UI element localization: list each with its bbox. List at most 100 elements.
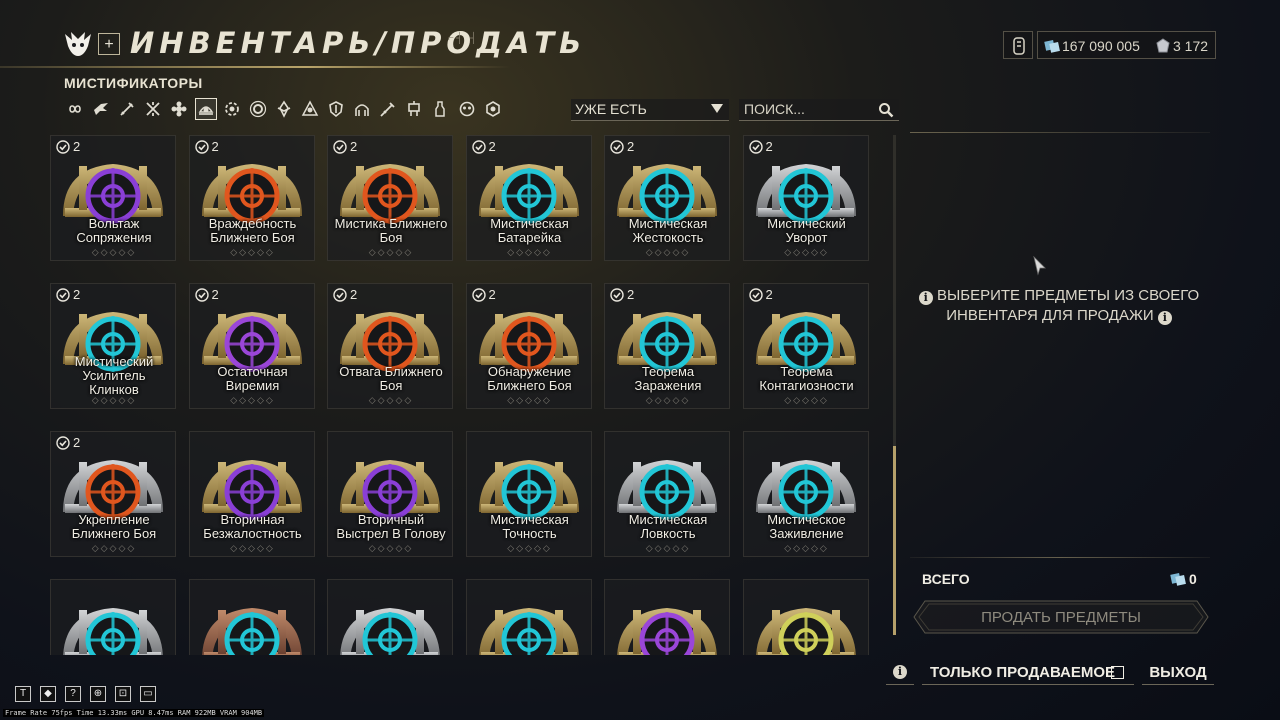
item-name-line: Враждебность [208,216,297,231]
arcane-item-card[interactable]: Вторичная Безжалостность ◇◇◇◇◇ [188,431,315,557]
arcane-item-card[interactable]: Мистическая Ловкость ◇◇◇◇◇ [604,431,730,557]
mouse-cursor-icon [1033,256,1046,276]
debug-button[interactable]: ⊡ [115,686,131,702]
info-icon: i [893,665,907,679]
arcane-item-card[interactable]: 2 Теорема Контагиозности ◇◇◇◇◇ [742,283,869,409]
arcane-item-card[interactable]: Мистическое Заживление ◇◇◇◇◇ [742,431,869,557]
arcane-item-card[interactable]: 2 Мистика Ближнего Боя ◇◇◇◇◇ [327,135,453,261]
arcane-item-card[interactable]: 2 Мистическая Жестокость ◇◇◇◇◇ [604,135,730,261]
item-name-line: Ближнего Боя [487,378,572,393]
bird-icon [94,103,109,115]
search-icon[interactable] [878,102,894,118]
arcane-item-card[interactable]: Вторичный Выстрел В Голову ◇◇◇◇◇ [327,431,453,557]
item-name: Вольтаж Сопряжения [51,217,177,245]
item-name-line: Мистическая [628,512,708,527]
debug-button[interactable]: ? [65,686,81,702]
item-name-line: Мистическое [767,512,846,527]
infinity-icon [69,105,81,113]
check-circle-icon [194,287,209,302]
rank-indicator: ◇◇◇◇◇ [645,395,691,405]
rank-indicator: ◇◇◇◇◇ [645,247,691,257]
debug-button[interactable]: ◆ [40,686,56,702]
filter-arch-button[interactable] [351,98,373,120]
filter-arcane-button[interactable] [194,98,217,120]
sun-icon [249,100,266,118]
currency-values: 167 090 005 3 172 [1037,31,1216,59]
filter-triangle-circle-button[interactable] [299,98,321,120]
filter-robot-button[interactable] [403,98,425,120]
sellable-only-toggle[interactable]: ТОЛЬКО ПРОДАВАЕМОЕ [922,660,1134,685]
item-name: Теорема Заражения [605,365,731,393]
arcane-item-card[interactable]: Мистическая Точность ◇◇◇◇◇ [465,431,593,557]
owned-count: 2 [194,287,219,302]
filter-sword-button[interactable] [116,98,138,120]
lotus-icon [277,100,291,118]
check-circle-icon [610,287,624,302]
filter-hex-button[interactable] [482,98,504,120]
filter-infinity-button[interactable] [64,98,86,120]
filter-lotus-button[interactable] [273,98,295,120]
arcane-item-card[interactable] [188,579,315,655]
arcane-item-card[interactable] [50,579,176,655]
info-button[interactable]: i [886,660,914,685]
selection-hint-line2: ИНВЕНТАРЯ ДЛЯ ПРОДАЖИ [946,307,1154,324]
debug-button[interactable]: ▭ [140,686,156,702]
filter-bird-button[interactable] [90,98,112,120]
rank-indicator: ◇◇◇◇◇ [368,247,414,257]
filter-shield-button[interactable] [325,98,347,120]
arcane-item-card[interactable]: 2 Враждебность Ближнего Боя ◇◇◇◇◇ [188,135,316,261]
arcane-item-card[interactable]: 2 Мистический Уворот ◇◇◇◇◇ [742,135,869,261]
market-button[interactable] [1003,31,1033,59]
arcane-item-card[interactable]: 2 Теорема Заражения ◇◇◇◇◇ [604,283,730,409]
debug-button[interactable]: ⊕ [90,686,106,702]
item-name: Враждебность Ближнего Боя [190,217,316,245]
sell-items-button[interactable]: ПРОДАТЬ ПРЕДМЕТЫ [913,600,1209,634]
item-name-line: Виремия [225,378,280,393]
filter-bottle-button[interactable] [429,98,451,120]
check-circle-icon [471,139,486,154]
item-name-line: Мистика Ближнего [334,216,448,231]
check-circle-icon [748,287,763,302]
check-circle-icon [56,287,70,302]
arcane-item-card[interactable]: 2 Отвага Ближнего Боя ◇◇◇◇◇ [327,283,453,409]
arcane-item-card[interactable] [327,579,453,655]
arcane-emblem-icon [617,460,717,520]
arcane-item-card[interactable] [604,579,730,655]
filter-flower-button[interactable] [168,98,190,120]
arcane-item-card[interactable]: 2 Вольтаж Сопряжения ◇◇◇◇◇ [50,135,176,261]
arcane-item-card[interactable]: 2 Мистическая Батарейка ◇◇◇◇◇ [465,135,592,261]
rank-indicator: ◇◇◇◇◇ [230,247,275,257]
hex-icon [485,101,500,117]
item-name: Мистическая Точность [467,513,593,541]
item-name-line: Вторичная [220,512,285,527]
arcane-item-card[interactable]: 2 Остаточная Виремия ◇◇◇◇◇ [188,283,315,409]
arcane-emblem-icon [755,460,856,520]
lotus-logo-icon[interactable] [62,30,94,58]
item-name-line: Заражения [634,378,702,393]
arcane-item-card[interactable]: 2 Мистический Усилитель Клинков ◇◇◇◇◇ [50,283,176,409]
ownership-filter-dropdown[interactable]: УЖЕ ЕСТЬ [571,99,729,121]
arcane-item-card[interactable] [465,579,592,655]
rank-indicator: ◇◇◇◇◇ [91,543,137,553]
exit-button[interactable]: ВЫХОД [1142,660,1214,685]
sword-icon [120,102,134,116]
search-box[interactable] [739,99,899,121]
selection-hint: i ВЫБЕРИТЕ ПРЕДМЕТЫ ИЗ СВОЕГО ИНВЕНТАРЯ … [918,286,1200,326]
arcane-item-card[interactable]: 2 Укрепление Ближнего Боя ◇◇◇◇◇ [50,431,176,557]
sellable-only-checkbox[interactable] [1111,666,1124,679]
item-name-line: Мистическая [490,216,569,231]
debug-button[interactable]: T [15,686,31,702]
menu-plus-button[interactable]: + [98,33,120,55]
item-name: Мистика Ближнего Боя [328,217,454,245]
filter-mask-button[interactable] [456,98,478,120]
filter-syringe-button[interactable] [377,98,399,120]
owned-count-value: 2 [350,287,358,302]
filter-crossed-swords-button[interactable] [142,98,164,120]
rank-indicator: ◇◇◇◇◇ [368,543,414,553]
arcane-item-card[interactable] [742,579,869,655]
filter-sun-button[interactable] [247,98,269,120]
search-input[interactable] [744,100,869,118]
grid-scrollbar-thumb[interactable] [893,446,896,635]
filter-gear-flower-button[interactable] [221,98,243,120]
arcane-item-card[interactable]: 2 Обнаружение Ближнего Боя ◇◇◇◇◇ [465,283,592,409]
